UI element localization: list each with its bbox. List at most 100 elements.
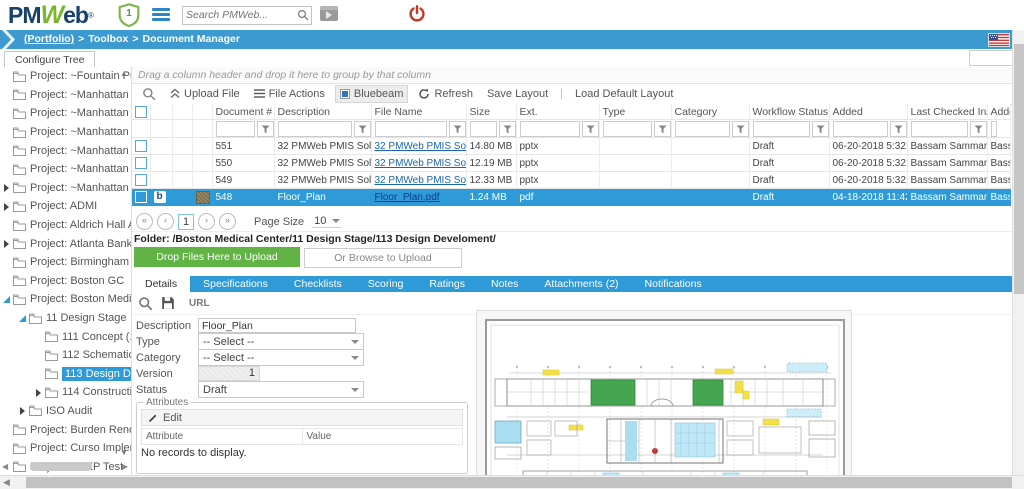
expand-icon[interactable] (3, 239, 12, 249)
filter-funnel-icon[interactable] (889, 120, 906, 137)
column-header[interactable]: Added (829, 104, 908, 120)
document-preview-pane[interactable] (476, 310, 852, 475)
tree-item[interactable]: Project: Burden Renovation (0, 420, 131, 439)
column-header[interactable]: Document # (212, 104, 275, 120)
tree-item[interactable]: 111 Concept (1) (0, 327, 131, 346)
breadcrumb-toolbox[interactable]: Toolbox (88, 33, 128, 45)
tab-attachments-2[interactable]: Attachments (2) (531, 276, 631, 292)
tree-item[interactable]: Project: Curso Implementac (0, 439, 131, 458)
row-checkbox[interactable] (135, 157, 147, 169)
filter-input[interactable] (832, 120, 888, 137)
refresh-button[interactable]: Refresh (414, 86, 477, 102)
tree-item[interactable]: Project: ~Manhattan Courth (0, 104, 131, 123)
tab-specifications[interactable]: Specifications (190, 276, 281, 292)
tree-item[interactable]: Project: ADMI (0, 197, 131, 216)
last-page-button[interactable]: » (219, 213, 236, 230)
tab-checklists[interactable]: Checklists (281, 276, 355, 292)
upload-file-button[interactable]: Upload File (166, 86, 244, 102)
scroll-left-icon[interactable]: ◀ (3, 477, 10, 488)
load-default-layout-button[interactable]: Load Default Layout (571, 86, 677, 102)
tab-scoring[interactable]: Scoring (355, 276, 417, 292)
document-thumbnail[interactable] (195, 190, 210, 204)
next-page-button[interactable]: › (198, 213, 215, 230)
logout-power-icon[interactable] (408, 5, 426, 23)
collapse-icon[interactable] (19, 314, 28, 323)
global-search-input[interactable] (183, 7, 295, 22)
column-header[interactable]: Description (274, 104, 372, 120)
save-layout-button[interactable]: Save Layout (483, 86, 552, 102)
group-by-band[interactable]: Drag a column header and drop it here to… (132, 67, 1012, 84)
file-actions-button[interactable]: File Actions (250, 86, 329, 102)
filter-input[interactable] (910, 120, 968, 137)
video-tutorial-icon[interactable] (320, 6, 338, 21)
tree-search-input[interactable] (969, 50, 1017, 66)
grid-search-icon[interactable] (138, 85, 160, 103)
tree-item[interactable]: Project: ~Manhattan Courth (0, 141, 131, 160)
attributes-edit-button[interactable]: Edit (141, 409, 463, 426)
tree-scroll-down-icon[interactable]: ▼ (120, 448, 128, 457)
tree-scroll-up-icon[interactable]: ▲ (120, 69, 128, 78)
filter-input[interactable] (752, 120, 810, 137)
filter-funnel-icon[interactable] (353, 120, 370, 137)
url-button[interactable]: URL (189, 298, 210, 309)
tab-notes[interactable]: Notes (478, 276, 531, 292)
filter-input[interactable] (990, 120, 997, 137)
attribute-column-header[interactable]: Attribute (141, 428, 303, 445)
notification-shield-icon[interactable]: 1 (118, 3, 140, 27)
tree-item[interactable]: Project: ~Manhattan Courth (0, 160, 131, 179)
browse-upload-button[interactable]: Or Browse to Upload (304, 248, 462, 268)
vertical-scrollbar[interactable] (1012, 30, 1024, 475)
tree-item[interactable]: Project: Boston Medical Cen (0, 290, 131, 309)
filter-input[interactable] (674, 120, 730, 137)
expand-icon[interactable] (19, 406, 28, 416)
value-column-header[interactable]: Value (301, 428, 463, 445)
file-name-link[interactable]: 32 PMWeb PMIS Solution V2 (375, 141, 466, 152)
filter-input[interactable] (215, 120, 255, 137)
collapse-icon[interactable] (3, 295, 12, 304)
column-header[interactable]: File Name (371, 104, 467, 120)
page-size-select[interactable]: 10 (312, 215, 343, 228)
column-header[interactable]: Last Checked In/Out (907, 104, 988, 120)
drop-files-upload-button[interactable]: Drop Files Here to Upload (134, 247, 300, 267)
current-page[interactable]: 1 (178, 213, 194, 230)
filter-funnel-icon[interactable] (256, 120, 273, 137)
language-flag-icon[interactable] (988, 33, 1010, 47)
description-field[interactable] (198, 318, 356, 333)
tree-item[interactable]: 113 Design Developme (0, 365, 131, 384)
prev-page-button[interactable]: ‹ (157, 213, 174, 230)
filter-input[interactable] (519, 120, 580, 137)
tree-item[interactable]: Project: Boston GC (0, 272, 131, 291)
expand-icon[interactable] (3, 202, 12, 211)
tree-item[interactable]: 114 Construction D (0, 383, 131, 402)
tree-item[interactable]: Project: Atlanta Bank Branc (0, 234, 131, 253)
detail-search-icon[interactable] (138, 296, 153, 311)
filter-funnel-icon[interactable] (653, 120, 670, 137)
filter-funnel-icon[interactable] (811, 120, 828, 137)
scrollbar-thumb[interactable] (26, 477, 1012, 488)
row-checkbox[interactable] (135, 174, 147, 186)
column-header[interactable]: Type (599, 104, 672, 120)
filter-funnel-icon[interactable] (581, 120, 598, 137)
status-select[interactable]: Draft (198, 381, 364, 398)
tree-item[interactable]: Project: Aldrich Hall Additio (0, 216, 131, 235)
filter-input[interactable] (602, 120, 652, 137)
type-select[interactable]: -- Select -- (198, 333, 364, 350)
column-header[interactable]: Ext. (516, 104, 600, 120)
table-row[interactable]: 55032 PMWeb PMIS Solution V32 PMWeb PMIS… (132, 154, 1011, 172)
filter-input[interactable] (469, 120, 497, 137)
tree-item[interactable]: Project: Birmingham Bank (0, 253, 131, 272)
column-header[interactable]: Adde (987, 104, 1011, 120)
expand-icon[interactable] (3, 183, 12, 193)
column-header[interactable]: Size (466, 104, 517, 120)
bluebeam-button[interactable]: Bluebeam (334, 84, 409, 103)
first-page-button[interactable]: « (136, 213, 153, 230)
tree-item[interactable]: Project: ~Fountain Pump Re (0, 67, 131, 86)
tab-details[interactable]: Details (132, 276, 191, 292)
tree-horizontal-scrollbar[interactable]: ◀ ▶ (2, 462, 128, 472)
save-icon[interactable] (161, 296, 175, 310)
tree-item[interactable]: Project: ~Manhattan Courth (0, 179, 131, 198)
file-name-link[interactable]: Floor_Plan.pdf (375, 192, 440, 203)
tree-item[interactable]: 11 Design Stage (0, 309, 131, 328)
tree-item[interactable]: Project: ~Manhattan Courth (0, 86, 131, 105)
file-name-link[interactable]: 32 PMWeb PMIS Solution V2 (375, 158, 466, 169)
